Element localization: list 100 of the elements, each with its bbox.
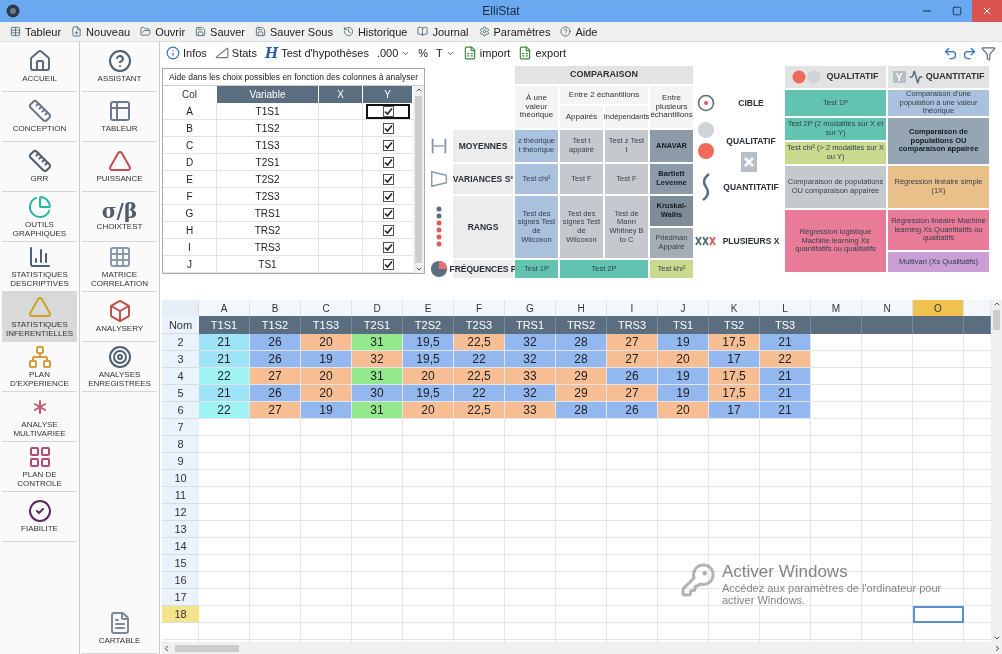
scroll-right-icon[interactable] <box>993 643 1002 653</box>
table-icon <box>107 99 132 124</box>
sidebar-item[interactable]: ANALYSE MULTIVARIEE <box>2 392 77 442</box>
table-cell: 19 <box>658 368 709 385</box>
checkbox[interactable] <box>382 122 394 134</box>
sidebar-item[interactable]: σ/β CHOIXTEST <box>82 192 157 242</box>
menu-item[interactable]: Tableur <box>10 25 62 38</box>
row-header[interactable]: 12 <box>162 504 199 521</box>
column-letter[interactable]: H <box>556 300 607 316</box>
sidebar-item[interactable]: PLAN DE CONTROLE <box>2 442 77 492</box>
scroll-down-icon[interactable] <box>992 634 1001 642</box>
sidebar-item[interactable]: PUISSANCE <box>82 142 157 192</box>
toolbar-button[interactable]: Infos <box>166 46 207 60</box>
column-letter[interactable]: J <box>658 300 709 316</box>
row-header[interactable]: 4 <box>162 368 199 385</box>
sigma-beta-icon: σ/β <box>101 201 138 222</box>
toolbar-button[interactable]: .000 <box>376 47 411 59</box>
menu-item[interactable]: Sauver Sous <box>254 25 333 38</box>
sidebar-item[interactable]: ANALYSES ENREGISTREES <box>82 342 157 392</box>
column-label: QUANTITATIF <box>925 72 985 82</box>
column-letter[interactable]: K <box>709 300 760 316</box>
sidebar-item[interactable]: ACCUEIL <box>2 42 77 92</box>
row-header[interactable]: 6 <box>162 402 199 419</box>
two-dots-icon <box>792 70 823 84</box>
sidebar-item[interactable]: PLAN D'EXPERIENCE <box>2 342 77 392</box>
scrollbar-thumb[interactable] <box>415 96 422 263</box>
checkbox[interactable] <box>382 190 394 202</box>
column-letter[interactable]: M <box>811 300 862 316</box>
menu-item[interactable]: Historique <box>342 25 408 38</box>
checkbox[interactable] <box>382 173 394 185</box>
sidebar-item[interactable]: ASSISTANT <box>82 42 157 92</box>
row-header[interactable]: 2 <box>162 334 199 351</box>
scroll-down-icon[interactable] <box>414 265 423 273</box>
menu-item[interactable]: Aide <box>560 25 598 38</box>
scrollbar-thumb[interactable] <box>175 644 239 652</box>
toolbar-button[interactable]: Stats <box>214 46 257 60</box>
checkbox[interactable] <box>382 139 394 151</box>
column-letter[interactable]: O <box>913 300 964 316</box>
column-letter[interactable]: A <box>199 300 250 316</box>
scroll-left-icon[interactable] <box>162 643 171 653</box>
column-letter[interactable]: F <box>454 300 505 316</box>
checkbox[interactable] <box>382 258 394 270</box>
row-header[interactable]: 11 <box>162 487 199 504</box>
menu-item[interactable]: Paramètres <box>478 25 551 38</box>
row-header[interactable]: 13 <box>162 521 199 538</box>
toolbar-button[interactable]: export <box>518 46 566 60</box>
toolbar-button[interactable]: T <box>436 47 455 59</box>
menu-item[interactable]: Journal <box>417 25 469 38</box>
sidebar-item[interactable]: FIABILITE <box>2 492 77 542</box>
selected-cell[interactable] <box>913 606 964 623</box>
column-letter[interactable]: N <box>862 300 913 316</box>
menu-item[interactable]: Nouveau <box>71 25 131 38</box>
sidebar-item[interactable]: ANALYSERY <box>82 292 157 342</box>
row-header[interactable]: 3 <box>162 351 199 368</box>
row-header[interactable]: 18 <box>162 606 199 623</box>
checkbox[interactable] <box>382 105 394 117</box>
menu-item[interactable]: Ouvrir <box>140 25 186 38</box>
filter-icon[interactable] <box>981 45 996 61</box>
table-cell: 26 <box>250 385 301 402</box>
sidebar-item[interactable]: OUTILS GRAPHIQUES <box>2 192 77 242</box>
sidebar-item[interactable]: CONCEPTION <box>2 92 77 142</box>
key-icon <box>680 562 716 598</box>
row-header[interactable]: 8 <box>162 436 199 453</box>
sidebar-item[interactable]: STATISTIQUES INFERENTIELLES <box>2 292 77 342</box>
redo-icon[interactable] <box>962 45 977 61</box>
table-cell: 22 <box>199 402 250 419</box>
sidebar-item[interactable]: MATRICE CORRELATION <box>82 242 157 292</box>
column-letter[interactable]: G <box>505 300 556 316</box>
checkbox[interactable] <box>382 207 394 219</box>
row-header[interactable]: 10 <box>162 470 199 487</box>
column-letter[interactable]: E <box>403 300 454 316</box>
row-header[interactable]: 15 <box>162 555 199 572</box>
dots-icon <box>434 205 444 249</box>
checkbox[interactable] <box>382 241 394 253</box>
toolbar-button[interactable]: import <box>462 46 511 60</box>
sidebar-item[interactable]: CARTABLE <box>82 604 157 654</box>
toolbar-button[interactable]: H Test d'hypothèses <box>264 46 369 60</box>
row-header[interactable]: 17 <box>162 589 199 606</box>
scroll-up-icon[interactable] <box>992 300 1001 308</box>
curve-icon <box>700 172 712 202</box>
column-letter[interactable]: I <box>607 300 658 316</box>
column-letter[interactable]: D <box>352 300 403 316</box>
sidebar-item[interactable]: TABLEUR <box>82 92 157 142</box>
row-header[interactable]: 5 <box>162 385 199 402</box>
row-header[interactable]: 16 <box>162 572 199 589</box>
undo-icon[interactable] <box>943 45 958 61</box>
checkbox[interactable] <box>382 156 394 168</box>
sidebar-item[interactable]: GRR <box>2 142 77 192</box>
scrollbar-thumb[interactable] <box>993 310 1000 330</box>
row-header[interactable]: 9 <box>162 453 199 470</box>
column-letter[interactable]: C <box>301 300 352 316</box>
column-letter[interactable]: B <box>250 300 301 316</box>
scroll-up-icon[interactable] <box>414 86 423 94</box>
toolbar-button[interactable]: % <box>418 47 429 59</box>
row-header[interactable]: 7 <box>162 419 199 436</box>
row-header[interactable]: 14 <box>162 538 199 555</box>
column-letter[interactable]: L <box>760 300 811 316</box>
checkbox[interactable] <box>382 224 394 236</box>
menu-item[interactable]: Sauver <box>195 25 245 38</box>
table-cell: 22 <box>760 351 811 368</box>
